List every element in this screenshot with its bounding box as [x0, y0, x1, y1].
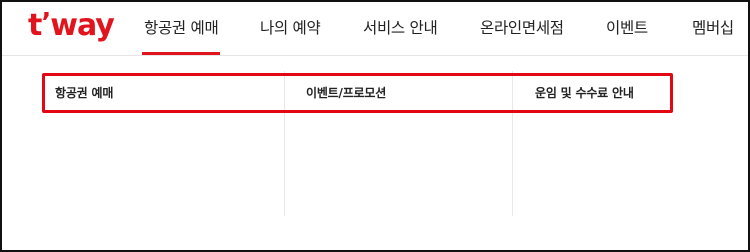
- nav-item-service-info[interactable]: 서비스 안내: [363, 16, 438, 56]
- active-tab-underline: [142, 52, 221, 55]
- page-frame: t’way 항공권 예매 나의 예약 서비스 안내 온라인면세점 이벤트 멤버십: [0, 0, 750, 252]
- submenu-panel: 항공권 예매 이벤트/프로모션 운임 및 수수료 안내: [2, 57, 748, 250]
- nav-item-membership[interactable]: 멤버십: [692, 16, 734, 56]
- nav-item-booking[interactable]: 항공권 예매: [142, 16, 221, 56]
- nav-item-label: 이벤트: [606, 19, 648, 37]
- site-header: t’way 항공권 예매 나의 예약 서비스 안내 온라인면세점 이벤트 멤버십: [2, 2, 748, 56]
- nav-item-label: 서비스 안내: [363, 19, 438, 37]
- submenu-title-fare-fee-info[interactable]: 운임 및 수수료 안내: [535, 84, 634, 101]
- submenu-title-booking[interactable]: 항공권 예매: [55, 84, 113, 101]
- nav-item-events[interactable]: 이벤트: [606, 16, 648, 56]
- nav-item-duty-free[interactable]: 온라인면세점: [480, 16, 564, 56]
- nav-item-my-reservation[interactable]: 나의 예약: [260, 16, 321, 56]
- submenu-title-event-promotion[interactable]: 이벤트/프로모션: [306, 84, 386, 101]
- nav-item-label: 멤버십: [692, 19, 734, 37]
- main-navigation: 항공권 예매 나의 예약 서비스 안내 온라인면세점 이벤트 멤버십: [2, 2, 748, 56]
- nav-item-label: 온라인면세점: [480, 19, 564, 37]
- nav-item-label: 항공권 예매: [144, 19, 219, 37]
- nav-item-label: 나의 예약: [260, 19, 321, 37]
